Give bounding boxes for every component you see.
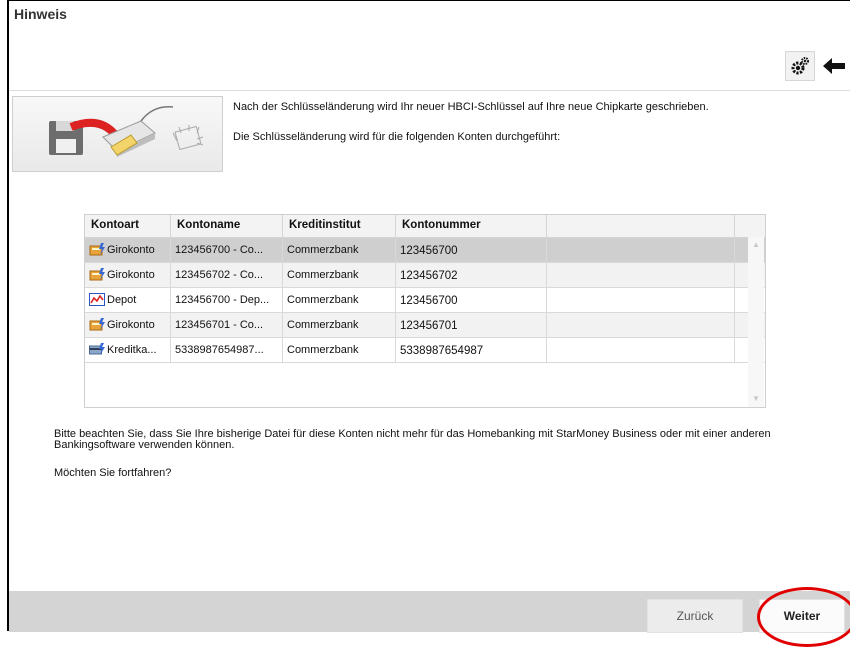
chipcard-illustration <box>12 96 223 172</box>
intro-text-line2: Die Schlüsseländerung wird für die folge… <box>233 131 561 143</box>
scroll-down-icon[interactable]: ▼ <box>752 395 760 403</box>
cell-kontoname: 123456701 - Co... <box>171 313 283 337</box>
kreditkarte-icon <box>89 343 105 355</box>
column-header-kontoname[interactable]: Kontoname <box>171 215 283 237</box>
arrow-left-icon <box>823 58 845 74</box>
cell-kontonummer: 5338987654987 <box>396 338 547 362</box>
table-header: Kontoart Kontoname Kreditinstitut Konton… <box>85 215 765 238</box>
dialog-footer: Zurück Weiter <box>9 591 850 633</box>
cell-kontoname: 123456700 - Co... <box>171 238 283 262</box>
dialog-window: Hinweis Nach der Schlüsseländerung wird … <box>7 0 850 633</box>
cell-kontoname: 123456700 - Dep... <box>171 288 283 312</box>
cell-kontonummer: 123456700 <box>396 288 547 312</box>
girokonto-icon <box>89 318 105 331</box>
cell-kontoart: Girokonto <box>107 319 155 331</box>
cell-kontoart: Girokonto <box>107 269 155 281</box>
navigate-back-button[interactable] <box>819 51 849 81</box>
scroll-up-icon[interactable]: ▲ <box>752 241 760 249</box>
table-row[interactable]: Girokonto 123456702 - Co... Commerzbank … <box>85 263 765 288</box>
intro-text-line1: Nach der Schlüsseländerung wird Ihr neue… <box>233 101 709 113</box>
column-header-empty <box>547 215 735 237</box>
cell-kontoart: Girokonto <box>107 244 155 256</box>
notice-text: Bitte beachten Sie, dass Sie Ihre bisher… <box>54 428 771 451</box>
cell-kontoname: 5338987654987... <box>171 338 283 362</box>
cell-kontonummer: 123456700 <box>396 238 547 262</box>
table-row[interactable]: Kreditka... 5338987654987... Commerzbank… <box>85 338 765 363</box>
table-row[interactable]: Girokonto 123456700 - Co... Commerzbank … <box>85 238 765 263</box>
settings-button[interactable] <box>785 51 815 81</box>
cell-kreditinstitut: Commerzbank <box>283 238 396 262</box>
question-text: Möchten Sie fortfahren? <box>54 467 172 479</box>
table-row[interactable]: Depot 123456700 - Dep... Commerzbank 123… <box>85 288 765 313</box>
cell-kreditinstitut: Commerzbank <box>283 288 396 312</box>
gears-icon <box>791 57 809 75</box>
cell-kreditinstitut: Commerzbank <box>283 338 396 362</box>
cell-kreditinstitut: Commerzbank <box>283 313 396 337</box>
table-scrollbar[interactable]: ▲ ▼ <box>748 237 764 407</box>
girokonto-icon <box>89 243 105 256</box>
cell-kontoname: 123456702 - Co... <box>171 263 283 287</box>
back-button[interactable]: Zurück <box>647 599 743 633</box>
cell-kontoart: Depot <box>107 294 137 306</box>
dialog-title: Hinweis <box>14 6 67 22</box>
toolbar-divider <box>9 90 850 91</box>
cell-kontonummer: 123456701 <box>396 313 547 337</box>
accounts-table: Kontoart Kontoname Kreditinstitut Konton… <box>84 214 766 408</box>
column-header-kontonummer[interactable]: Kontonummer <box>396 215 547 237</box>
table-row[interactable]: Girokonto 123456701 - Co... Commerzbank … <box>85 313 765 338</box>
column-header-kontoart[interactable]: Kontoart <box>85 215 171 237</box>
cell-kontoart: Kreditka... <box>107 344 157 356</box>
cell-kreditinstitut: Commerzbank <box>283 263 396 287</box>
column-header-kreditinstitut[interactable]: Kreditinstitut <box>283 215 396 237</box>
next-button[interactable]: Weiter <box>759 599 845 633</box>
girokonto-icon <box>89 268 105 281</box>
cell-kontonummer: 123456702 <box>396 263 547 287</box>
depot-icon <box>89 293 105 306</box>
